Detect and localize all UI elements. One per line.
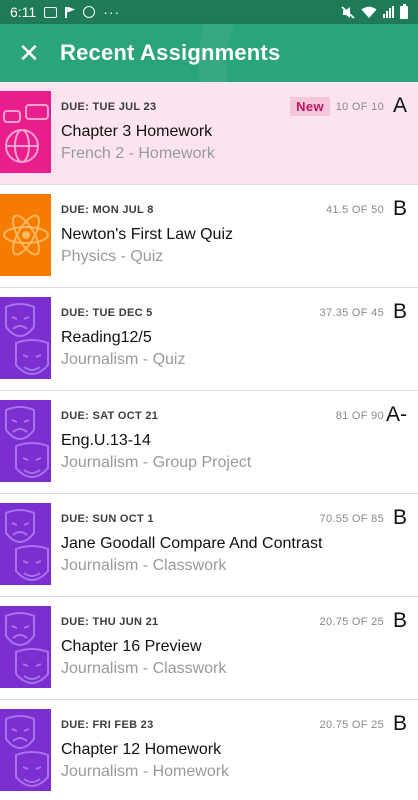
- assignment-subtitle: Journalism - Quiz: [61, 351, 186, 368]
- grade: B: [392, 609, 407, 632]
- flag-icon: [65, 6, 75, 18]
- due-date: DUE: SAT OCT 21: [61, 410, 159, 422]
- score: 81 OF 90: [335, 410, 384, 422]
- atom-icon: [0, 194, 51, 276]
- due-date: DUE: MON JUL 8: [61, 204, 154, 216]
- assignment-subtitle: Journalism - Classwork: [61, 557, 227, 574]
- close-button[interactable]: ✕: [0, 24, 58, 82]
- assignment-subtitle: Journalism - Group Project: [61, 454, 252, 471]
- app-bar: ✕ Recent Assignments: [0, 24, 418, 82]
- status-bar: 6:11 ···: [0, 0, 418, 24]
- due-date: DUE: FRI FEB 23: [61, 719, 154, 731]
- assignment-row[interactable]: DUE: FRI FEB 23 20.75 OF 25 B Chapter 12…: [0, 700, 418, 800]
- cell-signal-icon: [383, 6, 394, 18]
- assignment-title: Eng.U.13-14: [61, 432, 151, 449]
- grade: A-: [386, 403, 407, 426]
- grade: B: [392, 300, 407, 323]
- assignment-subtitle: French 2 - Homework: [61, 145, 215, 162]
- assignment-subtitle: Physics - Quiz: [61, 248, 164, 265]
- due-date: DUE: TUE DEC 5: [61, 307, 153, 319]
- due-date: DUE: SUN OCT 1: [61, 513, 154, 525]
- more-notifications-icon: ···: [103, 4, 121, 20]
- grade: B: [392, 197, 407, 220]
- assignment-subtitle: Journalism - Classwork: [61, 660, 227, 677]
- battery-icon: [400, 3, 408, 19]
- grade: B: [392, 506, 407, 529]
- assignment-title: Chapter 12 Homework: [61, 741, 222, 758]
- score: 70.55 OF 85: [319, 513, 384, 525]
- theater-masks-icon: [0, 297, 51, 379]
- assignment-list: DUE: TUE JUL 23 New 10 OF 10 A Chapter 3…: [0, 82, 418, 800]
- assignment-row[interactable]: DUE: SUN OCT 1 70.55 OF 85 B Jane Goodal…: [0, 494, 418, 597]
- gmail-icon: [44, 6, 58, 18]
- language-icon: [0, 91, 51, 173]
- due-date: DUE: TUE JUL 23: [61, 101, 157, 113]
- grade: B: [392, 712, 407, 735]
- wifi-icon: [361, 6, 377, 18]
- assignment-row[interactable]: DUE: THU JUN 21 20.75 OF 25 B Chapter 16…: [0, 597, 418, 700]
- score: 20.75 OF 25: [319, 616, 384, 628]
- mute-icon: [341, 5, 355, 19]
- assignment-row[interactable]: DUE: TUE DEC 5 37.35 OF 45 B Reading12/5…: [0, 288, 418, 391]
- score: 41.5 OF 50: [325, 204, 384, 216]
- sync-icon: [83, 6, 96, 18]
- assignment-row[interactable]: DUE: MON JUL 8 41.5 OF 50 B Newton's Fir…: [0, 185, 418, 288]
- assignment-title: Jane Goodall Compare And Contrast: [61, 535, 323, 552]
- new-badge: New: [290, 97, 330, 116]
- assignment-title: Newton's First Law Quiz: [61, 226, 233, 243]
- assignment-title: Chapter 16 Preview: [61, 638, 202, 655]
- theater-masks-icon: [0, 400, 51, 482]
- score: 10 OF 10: [335, 101, 384, 113]
- assignment-subtitle: Journalism - Homework: [61, 763, 230, 780]
- theater-masks-icon: [0, 709, 51, 791]
- assignment-title: Reading12/5: [61, 329, 152, 346]
- status-time: 6:11: [10, 4, 37, 20]
- due-date: DUE: THU JUN 21: [61, 616, 159, 628]
- page-title: Recent Assignments: [60, 40, 281, 65]
- assignment-title: Chapter 3 Homework: [61, 123, 213, 140]
- theater-masks-icon: [0, 606, 51, 688]
- theater-masks-icon: [0, 503, 51, 585]
- score: 37.35 OF 45: [319, 307, 384, 319]
- grade: A: [392, 94, 407, 117]
- score: 20.75 OF 25: [319, 719, 384, 731]
- assignment-row[interactable]: DUE: TUE JUL 23 New 10 OF 10 A Chapter 3…: [0, 82, 418, 185]
- assignment-row[interactable]: DUE: SAT OCT 21 81 OF 90 A- Eng.U.13-14 …: [0, 391, 418, 494]
